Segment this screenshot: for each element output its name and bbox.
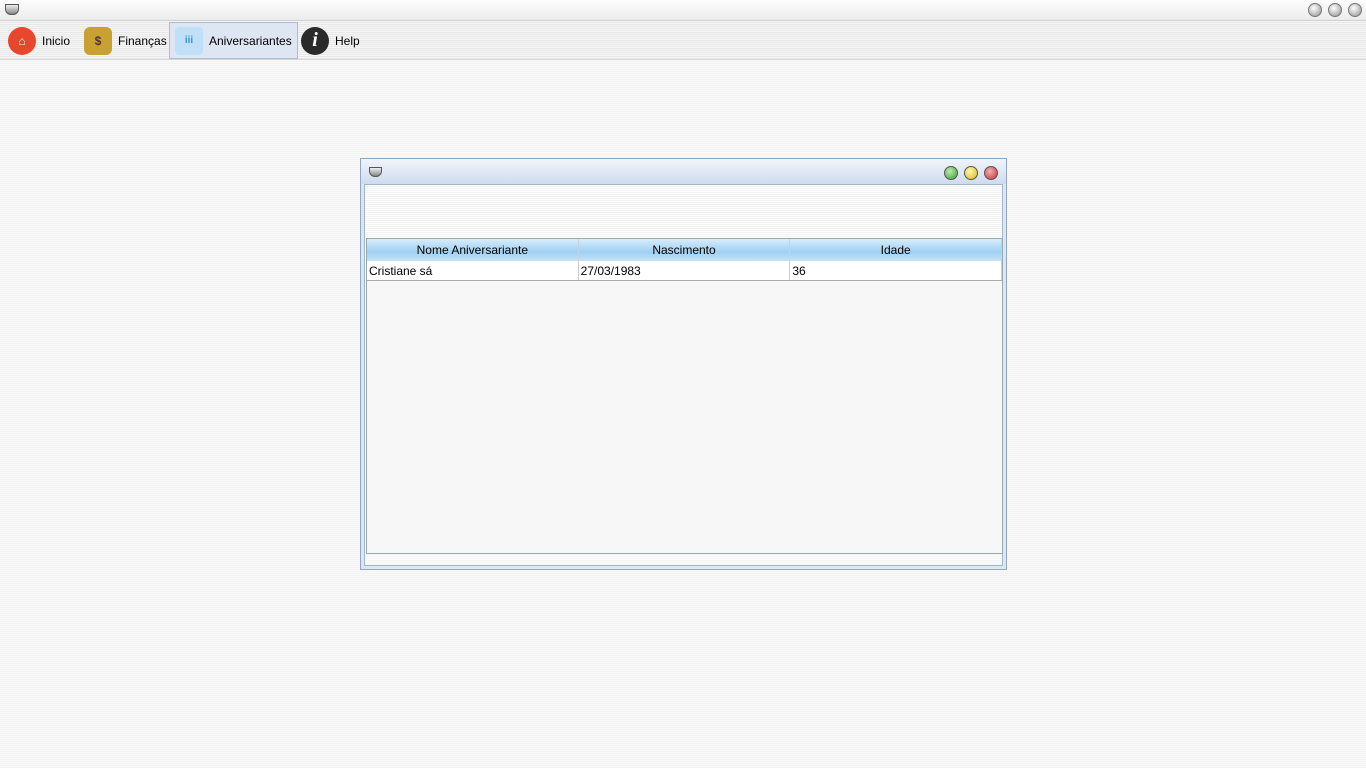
main-toolbar: ⌂ Inicio $ Finanças iii Aniversariantes …	[0, 21, 1366, 60]
toolbar-label: Inicio	[42, 33, 71, 48]
aniversariantes-internal-frame: Nome Aniversariante Nascimento Idade Cri…	[360, 158, 1007, 570]
cell-age[interactable]: 36	[790, 261, 1003, 280]
maximize-button[interactable]	[964, 166, 978, 180]
app-title-bar	[0, 0, 1366, 21]
close-button[interactable]	[1348, 3, 1362, 17]
close-button[interactable]	[984, 166, 998, 180]
birthdays-table[interactable]: Nome Aniversariante Nascimento Idade Cri…	[366, 238, 1003, 554]
home-icon: ⌂	[8, 26, 36, 55]
column-header[interactable]: Idade	[790, 239, 1003, 261]
java-cup-icon	[369, 167, 382, 177]
column-header[interactable]: Nascimento	[579, 239, 791, 261]
cell-birthdate[interactable]: 27/03/1983	[579, 261, 791, 280]
table-header: Nome Aniversariante Nascimento Idade	[367, 239, 1003, 261]
coins-icon: $	[84, 26, 112, 55]
minimize-button[interactable]	[1308, 3, 1322, 17]
toolbar-label: Help	[335, 33, 360, 48]
java-cup-icon	[5, 4, 19, 15]
table-row[interactable]: Cristiane sá 27/03/1983 36	[367, 261, 1003, 281]
info-icon: i	[301, 26, 329, 55]
toolbar-aniversariantes[interactable]: iii Aniversariantes	[169, 22, 298, 59]
toolbar-inicio[interactable]: ⌂ Inicio	[8, 22, 70, 59]
cell-name[interactable]: Cristiane sá	[367, 261, 579, 280]
maximize-button[interactable]	[1328, 3, 1342, 17]
toolbar-label: Finanças	[118, 33, 167, 48]
column-header[interactable]: Nome Aniversariante	[367, 239, 579, 261]
frame-title-bar[interactable]	[361, 159, 1006, 184]
frame-content: Nome Aniversariante Nascimento Idade Cri…	[364, 184, 1003, 566]
toolbar-help[interactable]: i Help	[301, 22, 360, 59]
iconify-button[interactable]	[944, 166, 958, 180]
cake-icon: iii	[175, 26, 203, 55]
toolbar-financas[interactable]: $ Finanças	[84, 22, 167, 59]
toolbar-label: Aniversariantes	[209, 33, 292, 48]
